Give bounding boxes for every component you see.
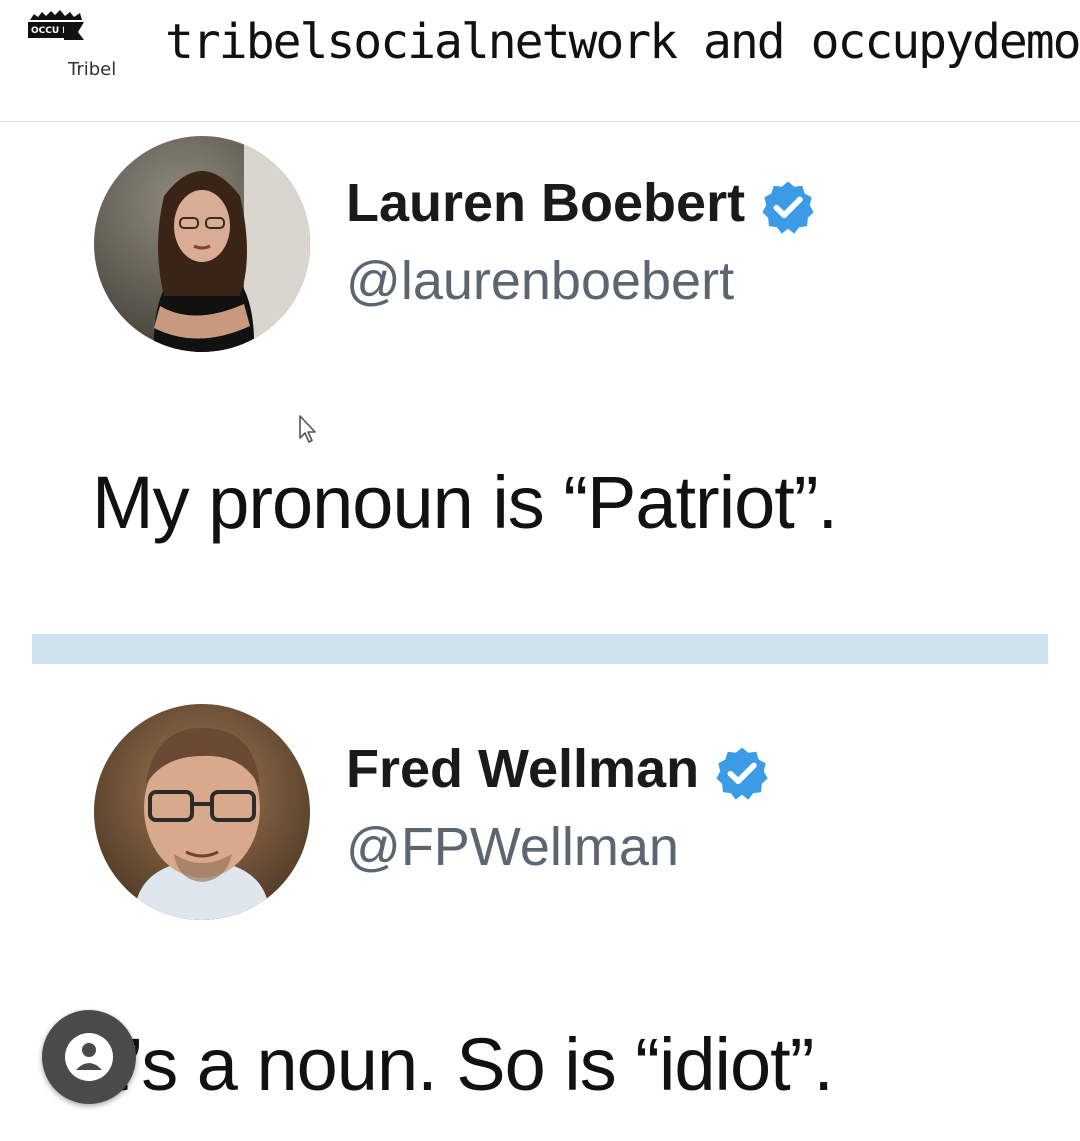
tribel-brand: Tribel (68, 58, 117, 80)
tweet-1-handle[interactable]: @laurenboebert (346, 250, 734, 312)
tweet-1-name-text: Lauren Boebert (346, 173, 746, 233)
post-title[interactable]: tribelsocialnetwork and occupydemocr (165, 14, 1080, 70)
tweet-1: Lauren Boebert @laurenboebert My pronoun… (32, 122, 1048, 622)
person-chat-icon (65, 1033, 113, 1081)
post-image: Lauren Boebert @laurenboebert My pronoun… (0, 122, 1080, 1141)
tweet-2-handle[interactable]: @FPWellman (346, 816, 679, 878)
chat-button[interactable] (42, 1010, 136, 1104)
wellman-avatar-icon (94, 704, 310, 920)
tweet-1-text: My pronoun is “Patriot”. (92, 461, 838, 544)
tweet-divider (32, 634, 1048, 664)
tweet-2: Fred Wellman @FPWellman It’s a noun. So … (32, 692, 1048, 1141)
post-header: OCCU DEMO Tribel tribelsocialnetwork and… (0, 0, 1080, 122)
boebert-avatar-icon (94, 136, 310, 352)
tweet-2-name-text: Fred Wellman (346, 739, 700, 799)
community-avatars[interactable]: OCCU DEMO Tribel (24, 8, 128, 80)
occupy-democrats-logo: OCCU DEMO (24, 8, 86, 50)
tweet-2-display-name[interactable]: Fred Wellman (346, 738, 771, 802)
verified-badge-icon (762, 181, 814, 234)
profile-photo-boebert (94, 136, 310, 352)
tweet-2-text: It’s a noun. So is “idiot”. (88, 1023, 834, 1106)
profile-photo-wellman (94, 704, 310, 920)
tweet-1-display-name[interactable]: Lauren Boebert (346, 172, 817, 236)
tribel-logo: Tribel (68, 54, 116, 84)
verified-badge-icon (716, 747, 768, 800)
mouse-cursor-icon (299, 415, 316, 443)
